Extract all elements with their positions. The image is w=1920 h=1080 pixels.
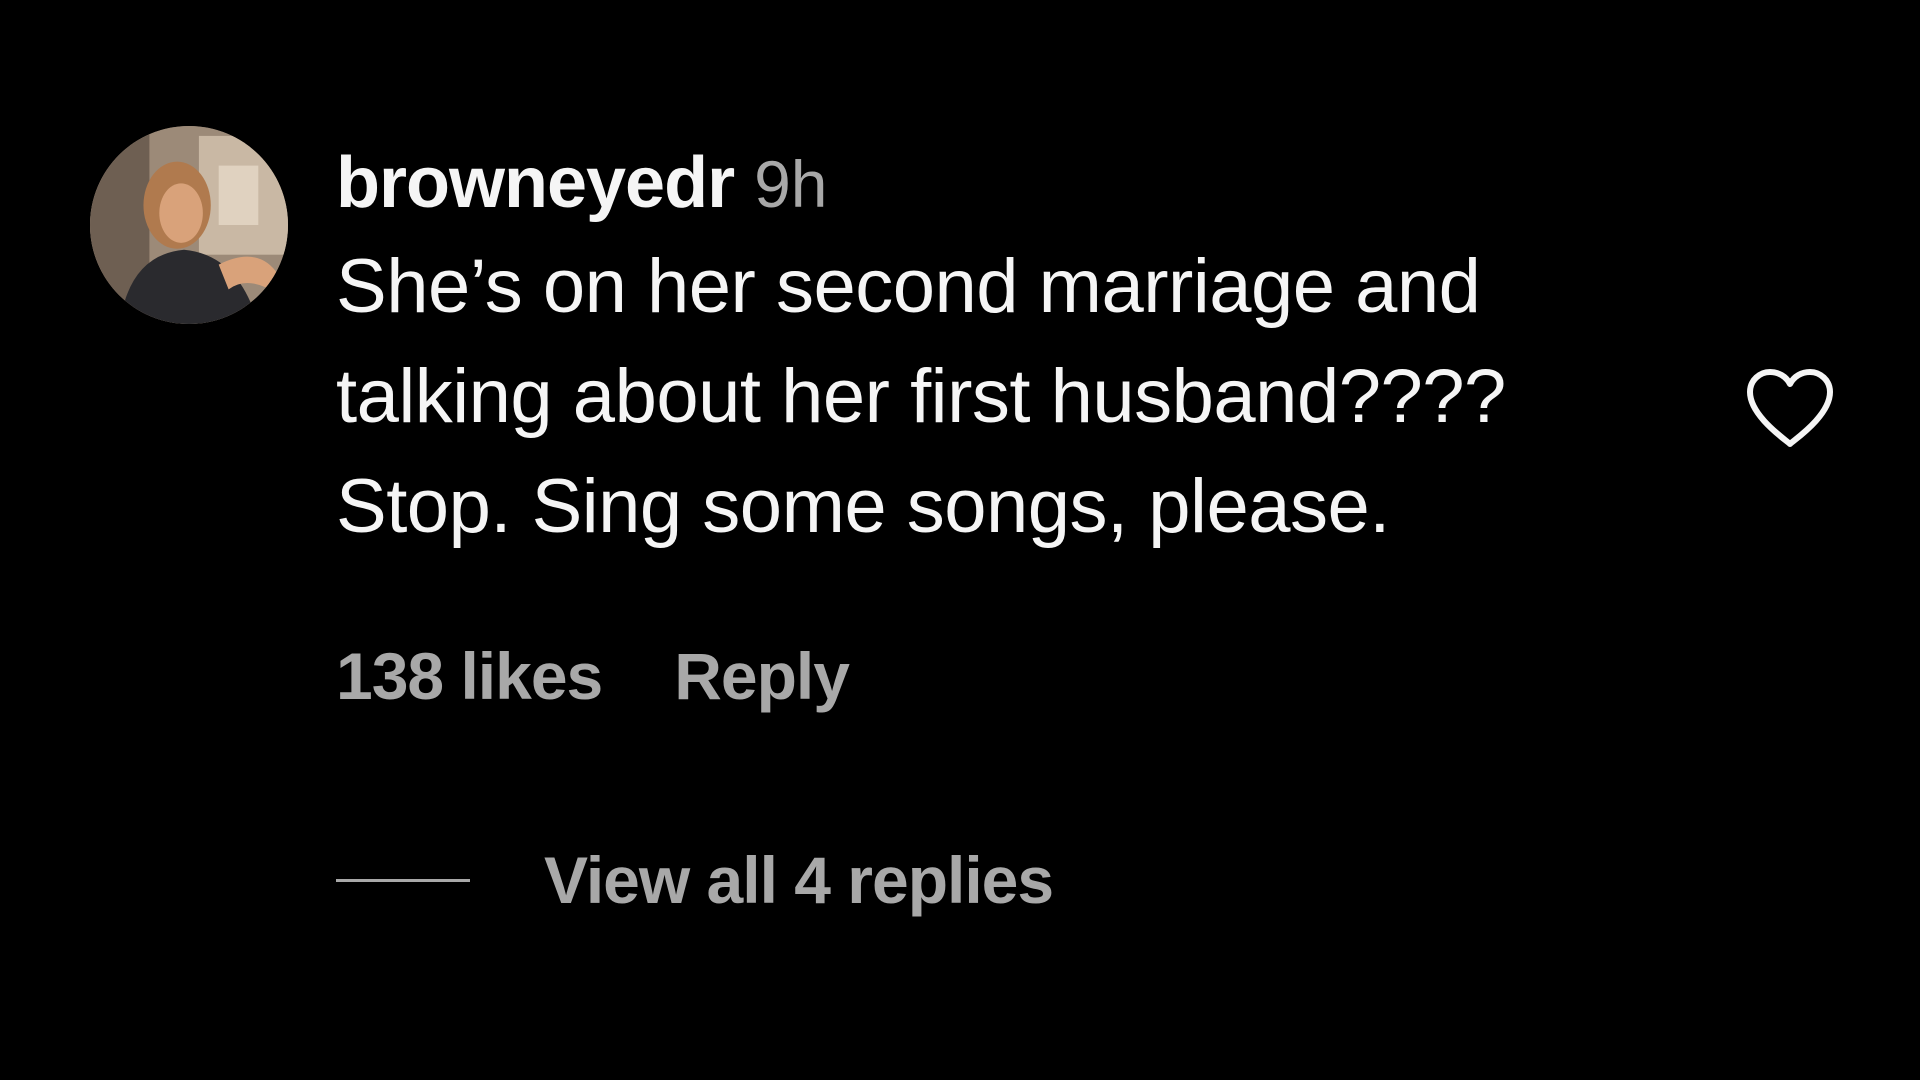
likes-count[interactable]: 138 likes — [336, 638, 603, 714]
comment-item: browneyedr 9h She’s on her second marria… — [0, 0, 1920, 1080]
view-replies-button[interactable]: View all 4 replies — [336, 840, 1054, 920]
avatar-photo — [90, 126, 288, 324]
heart-outline-icon — [1747, 369, 1833, 447]
comment-text-line: She’s on her second marriage and — [336, 244, 1481, 329]
view-replies-label: View all 4 replies — [544, 843, 1054, 917]
comment-text-line: talking about her first husband???? — [336, 354, 1506, 439]
comment-header: browneyedr 9h — [336, 138, 1696, 228]
heart-icon[interactable] — [1742, 364, 1838, 452]
comment-body: browneyedr 9h She’s on her second marria… — [336, 138, 1696, 562]
reply-button[interactable]: Reply — [674, 638, 850, 714]
comment-timestamp[interactable]: 9h — [754, 139, 827, 229]
avatar[interactable] — [90, 126, 288, 324]
username-link[interactable]: browneyedr — [336, 138, 735, 228]
comment-text-line: Stop. Sing some songs, please. — [336, 464, 1390, 549]
comment-actions: 138 likes Reply — [336, 636, 850, 716]
comment-text: She’s on her second marriage and talking… — [336, 232, 1726, 562]
replies-divider — [336, 878, 470, 882]
